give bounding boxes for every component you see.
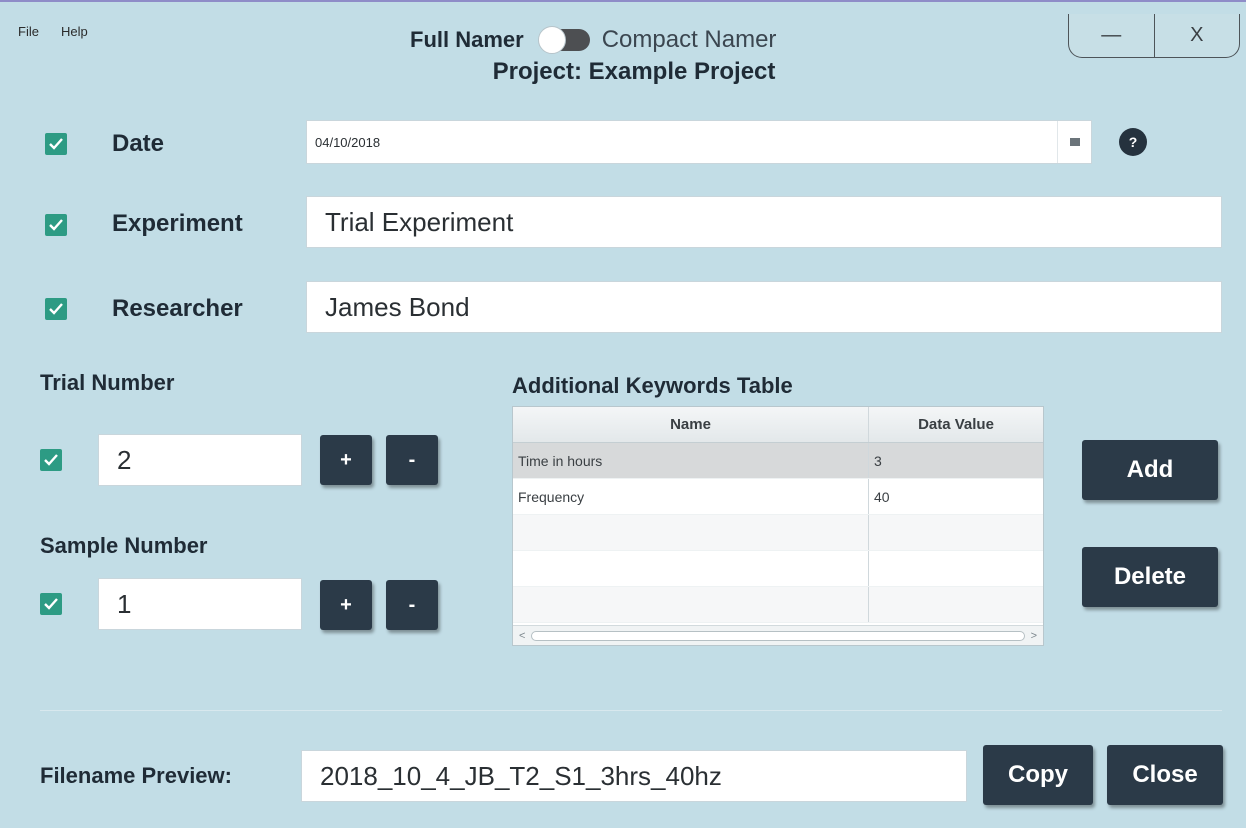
divider xyxy=(40,710,1222,711)
row-value-cell: 40 xyxy=(874,488,890,505)
trial-checkbox[interactable] xyxy=(40,449,62,471)
experiment-label: Experiment xyxy=(112,210,243,237)
trial-number-label: Trial Number xyxy=(40,370,175,395)
row-name-cell: Time in hours xyxy=(513,443,869,478)
date-field[interactable]: 04/10/2018 xyxy=(306,120,1092,164)
date-checkbox[interactable] xyxy=(45,133,67,155)
researcher-checkbox[interactable] xyxy=(45,298,67,320)
check-icon xyxy=(49,303,63,315)
window-controls: — X xyxy=(1068,14,1240,58)
row-value-cell: 3 xyxy=(874,452,882,469)
experiment-field[interactable]: Trial Experiment xyxy=(306,196,1222,248)
date-value: 04/10/2018 xyxy=(315,134,381,150)
row-value-cell xyxy=(869,515,1043,550)
horizontal-scrollbar[interactable]: < > xyxy=(513,625,1043,645)
delete-button[interactable]: Delete xyxy=(1082,547,1218,607)
table-row[interactable]: Frequency 40 xyxy=(513,479,1043,515)
trial-number-input[interactable]: 2 xyxy=(98,434,302,486)
sample-number-value: 1 xyxy=(117,588,132,619)
table-row[interactable] xyxy=(513,587,1043,623)
experiment-checkbox[interactable] xyxy=(45,214,67,236)
researcher-label: Researcher xyxy=(112,295,243,322)
researcher-field[interactable]: James Bond xyxy=(306,281,1222,333)
menu-bar: File Help xyxy=(18,24,88,39)
keywords-table: Name Data Value Time in hours 3 Frequenc… xyxy=(512,406,1044,646)
trial-number-value: 2 xyxy=(117,444,132,475)
scroll-right-icon[interactable]: > xyxy=(1031,630,1037,642)
calendar-icon[interactable] xyxy=(1057,121,1091,163)
sample-number-label: Sample Number xyxy=(40,533,208,558)
row-value-cell xyxy=(869,551,1043,586)
copy-button[interactable]: Copy xyxy=(983,745,1093,805)
table-row[interactable] xyxy=(513,515,1043,551)
sample-checkbox[interactable] xyxy=(40,593,62,615)
row-name-cell xyxy=(513,515,869,550)
row-name-cell xyxy=(513,587,869,622)
help-icon[interactable]: ? xyxy=(1119,128,1147,156)
sample-number-input[interactable]: 1 xyxy=(98,578,302,630)
close-window-button[interactable]: X xyxy=(1153,14,1240,57)
menu-file[interactable]: File xyxy=(18,24,39,39)
switch-knob xyxy=(537,26,566,54)
project-title: Project: Example Project xyxy=(492,58,776,85)
table-header: Name Data Value xyxy=(513,407,1043,443)
column-header-data-value[interactable]: Data Value xyxy=(869,407,1043,442)
check-icon xyxy=(49,138,63,150)
keywords-table-title: Additional Keywords Table xyxy=(512,373,793,398)
close-button[interactable]: Close xyxy=(1107,745,1223,805)
table-row[interactable]: Time in hours 3 xyxy=(513,443,1043,479)
mode-full-label: Full Namer xyxy=(410,27,524,52)
date-label: Date xyxy=(112,130,165,157)
sample-increment-button[interactable]: + xyxy=(320,580,372,630)
filename-preview-label: Filename Preview: xyxy=(40,763,232,788)
researcher-value: James Bond xyxy=(325,291,470,322)
check-icon xyxy=(44,454,58,466)
row-name-cell: Frequency xyxy=(513,479,869,514)
menu-help[interactable]: Help xyxy=(61,24,88,39)
row-value-cell xyxy=(869,587,1043,622)
add-button[interactable]: Add xyxy=(1082,440,1218,500)
experiment-value: Trial Experiment xyxy=(325,206,514,237)
filename-preview-value: 2018_10_4_JB_T2_S1_3hrs_40hz xyxy=(320,760,722,791)
mode-toggle: Full Namer Compact Namer xyxy=(410,24,776,56)
filename-preview-field[interactable]: 2018_10_4_JB_T2_S1_3hrs_40hz xyxy=(301,750,967,802)
trial-increment-button[interactable]: + xyxy=(320,435,372,485)
mode-compact-label: Compact Namer xyxy=(601,26,777,53)
trial-decrement-button[interactable]: - xyxy=(386,435,438,485)
scrollbar-thumb[interactable] xyxy=(531,630,1025,641)
check-icon xyxy=(49,219,63,231)
row-name-cell xyxy=(513,551,869,586)
table-row[interactable] xyxy=(513,551,1043,587)
mode-switch[interactable] xyxy=(537,26,590,54)
check-icon xyxy=(44,598,58,610)
app-window: File Help Full Namer Compact Namer — X P… xyxy=(0,0,1246,828)
minimize-button[interactable]: — xyxy=(1069,14,1154,57)
scroll-left-icon[interactable]: < xyxy=(519,630,525,642)
column-header-name[interactable]: Name xyxy=(513,407,869,442)
sample-decrement-button[interactable]: - xyxy=(386,580,438,630)
